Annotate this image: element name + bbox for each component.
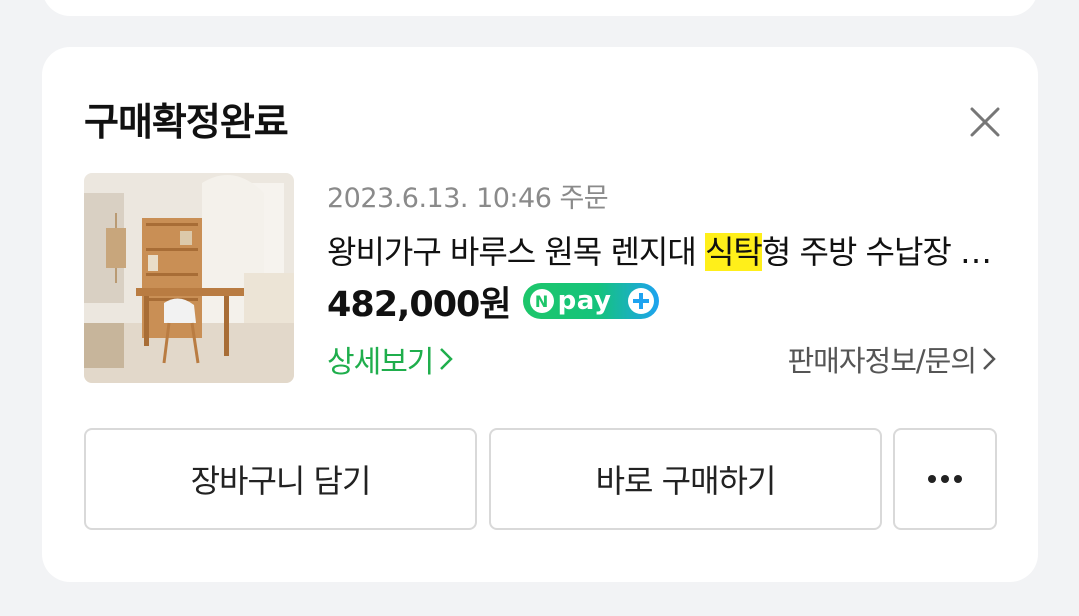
buy-now-button[interactable]: 바로 구매하기 xyxy=(489,428,882,530)
add-to-cart-button[interactable]: 장바구니 담기 xyxy=(84,428,477,530)
product-name-suffix: 형 주방 수납장 … xyxy=(761,233,992,271)
npay-plus-badge: N pay xyxy=(522,283,659,319)
purchase-confirmed-card: 구매확정완료 2023.6.13. 10:46 주문 왕비가구 바루스 원목 렌… xyxy=(42,47,1038,582)
add-to-cart-label: 장바구니 담기 xyxy=(190,462,372,500)
product-name-prefix: 왕비가구 바루스 원목 렌지대 xyxy=(327,233,705,271)
previous-card xyxy=(42,0,1038,16)
view-detail-label: 상세보기 xyxy=(327,345,434,380)
buy-now-label: 바로 구매하기 xyxy=(595,462,777,500)
seller-info-label: 판매자정보/문의 xyxy=(787,344,977,378)
product-price: 482,000원 xyxy=(327,284,512,325)
price-row: 482,000원 N pay xyxy=(327,279,659,325)
chevron-right-icon xyxy=(983,348,996,370)
npay-n-icon: N xyxy=(529,289,554,313)
view-detail-link[interactable]: 상세보기 xyxy=(327,339,454,380)
chevron-right-icon xyxy=(440,348,454,370)
close-button[interactable] xyxy=(968,105,1002,139)
more-dots-icon xyxy=(928,475,962,483)
product-name[interactable]: 왕비가구 바루스 원목 렌지대 식탁형 주방 수납장 … xyxy=(327,227,1002,273)
product-thumbnail[interactable] xyxy=(84,173,294,383)
npay-label: pay xyxy=(557,286,612,316)
card-title: 구매확정완료 xyxy=(84,100,289,144)
search-highlight: 식탁 xyxy=(704,233,763,271)
order-date: 2023.6.13. 10:46 주문 xyxy=(327,183,609,214)
seller-info-link[interactable]: 판매자정보/문의 xyxy=(787,339,996,379)
close-icon xyxy=(970,107,1000,137)
plus-icon xyxy=(627,288,654,314)
more-options-button[interactable] xyxy=(893,428,997,530)
